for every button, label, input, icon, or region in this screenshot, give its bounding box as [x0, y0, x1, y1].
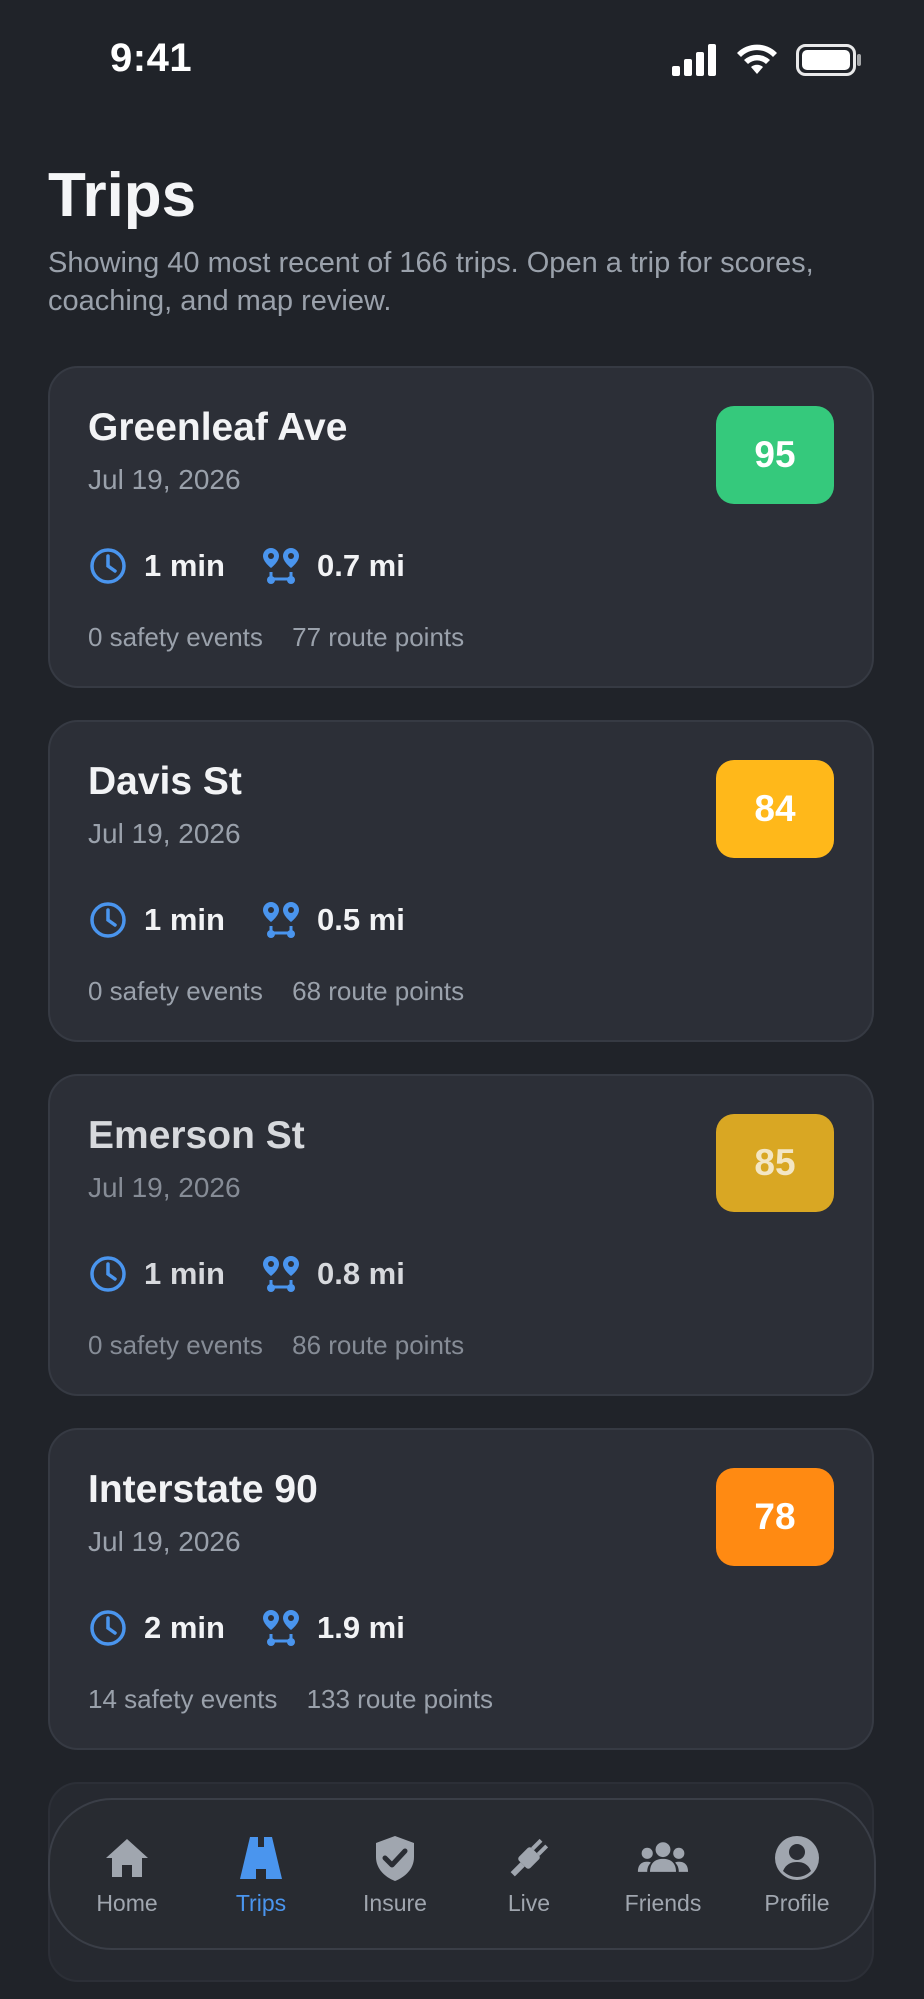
trip-title: Emerson St [88, 1114, 305, 1157]
wifi-icon [737, 44, 777, 74]
clock-icon [88, 900, 128, 940]
trip-route-points: 133 route points [306, 1684, 494, 1714]
trip-card[interactable]: Emerson St Jul 19, 2026 85 1 min 0.8 mi … [48, 1074, 874, 1396]
route-pins-icon [261, 1608, 301, 1648]
trip-title: Davis St [88, 760, 242, 803]
tab-label: Trips [235, 1889, 287, 1916]
page-title: Trips [48, 161, 197, 230]
trip-card[interactable]: Interstate 90 Jul 19, 2026 78 2 min 1.9 … [48, 1428, 874, 1750]
plug-icon [503, 1832, 555, 1884]
tab-home[interactable]: Home [62, 1832, 192, 1917]
route-pins-icon [261, 900, 301, 940]
trip-route-points: 86 route points [292, 1330, 465, 1360]
trip-safety-events: 0 safety events [88, 622, 263, 652]
cellular-signal-icon [672, 44, 716, 76]
battery-icon [796, 44, 861, 76]
clock-icon [88, 1254, 128, 1294]
tab-insure[interactable]: Insure [330, 1832, 460, 1917]
trip-safety-events: 0 safety events [88, 1330, 263, 1360]
home-icon [101, 1832, 153, 1884]
tab-profile[interactable]: Profile [732, 1832, 862, 1917]
trip-date: Jul 19, 2026 [88, 1526, 241, 1557]
trip-score-badge: 95 [716, 406, 834, 504]
tab-label: Insure [363, 1889, 427, 1916]
page-subtitle: Showing 40 most recent of 166 trips. Ope… [48, 247, 814, 317]
tab-trips[interactable]: Trips [196, 1832, 326, 1917]
trip-duration: 1 min [144, 548, 225, 583]
route-pins-icon [261, 546, 301, 586]
trip-duration: 1 min [144, 902, 225, 937]
trip-duration: 1 min [144, 1256, 225, 1291]
trip-duration: 2 min [144, 1610, 225, 1645]
trip-route-points: 77 route points [292, 622, 465, 652]
trip-card[interactable]: Greenleaf Ave Jul 19, 2026 95 1 min 0.7 … [48, 366, 874, 688]
trip-date: Jul 19, 2026 [88, 818, 241, 849]
tab-friends[interactable]: Friends [598, 1832, 728, 1917]
trip-score-badge: 85 [716, 1114, 834, 1212]
people-icon [637, 1832, 689, 1884]
tab-label: Profile [764, 1889, 830, 1916]
trip-date: Jul 19, 2026 [88, 464, 241, 495]
trip-route-points: 68 route points [292, 976, 465, 1006]
tab-label: Live [507, 1889, 551, 1916]
trip-distance: 0.5 mi [316, 902, 405, 937]
trip-card[interactable]: Davis St Jul 19, 2026 84 1 min 0.5 mi 0 … [48, 720, 874, 1042]
status-time: 9:41 [110, 36, 193, 80]
route-pins-icon [261, 1254, 301, 1294]
shield-check-icon [369, 1832, 421, 1884]
clock-icon [88, 546, 128, 586]
trip-score-badge: 78 [716, 1468, 834, 1566]
trip-score-badge: 84 [716, 760, 834, 858]
trip-distance: 1.9 mi [316, 1610, 405, 1645]
trip-distance: 0.7 mi [316, 548, 405, 583]
trip-title: Greenleaf Ave [88, 406, 348, 449]
trip-title: Interstate 90 [88, 1468, 318, 1511]
trip-distance: 0.8 mi [316, 1256, 405, 1291]
page-header: Trips Showing 40 most recent of 166 trip… [48, 158, 878, 320]
trip-safety-events: 0 safety events [88, 976, 263, 1006]
tab-live[interactable]: Live [464, 1832, 594, 1917]
tab-label: Home [96, 1889, 158, 1916]
trip-safety-events: 14 safety events [88, 1684, 278, 1714]
clock-icon [88, 1608, 128, 1648]
road-icon [235, 1832, 287, 1884]
profile-icon [771, 1832, 823, 1884]
trip-date: Jul 19, 2026 [88, 1172, 241, 1203]
tab-label: Friends [624, 1889, 702, 1916]
status-bar: 9:41 [0, 0, 924, 120]
tab-bar: Home Trips Insure Live Friends Profile [48, 1798, 876, 1950]
